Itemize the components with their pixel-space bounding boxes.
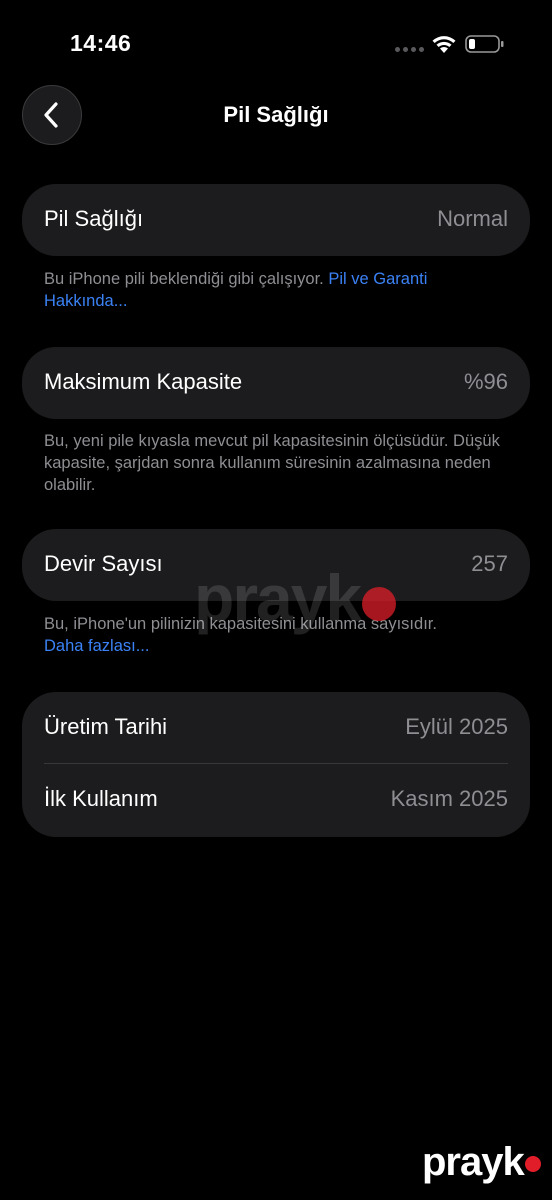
- first-use-row: İlk Kullanım Kasım 2025: [22, 764, 530, 836]
- battery-health-value: Normal: [437, 206, 508, 231]
- max-capacity-note: Bu, yeni pile kıyasla mevcut pil kapasit…: [44, 432, 500, 494]
- dates-card: Üretim Tarihi Eylül 2025 İlk Kullanım Ka…: [22, 692, 530, 837]
- max-capacity-card: Maksimum Kapasite %96: [22, 347, 530, 419]
- cycle-count-card: Devir Sayısı 257: [22, 529, 530, 601]
- max-capacity-value: %96: [463, 369, 508, 394]
- brand-logo-text: prayk: [422, 1140, 525, 1184]
- cycle-count-note-text: Bu, iPhone'un pilinizin kapasitesini kul…: [44, 615, 437, 633]
- first-use-label: İlk Kullanım: [44, 786, 158, 811]
- battery-health-note-text: Bu iPhone pili beklendiği gibi çalışıyor…: [44, 270, 329, 288]
- manufacture-date-row: Üretim Tarihi Eylül 2025: [22, 692, 530, 764]
- manufacture-date-label: Üretim Tarihi: [44, 714, 168, 739]
- wifi-icon: [432, 36, 456, 53]
- page-title: Pil Sağlığı: [223, 102, 329, 127]
- battery-icon: [465, 35, 504, 53]
- max-capacity-row: Maksimum Kapasite %96: [22, 347, 530, 419]
- manufacture-date-value: Eylül 2025: [405, 714, 508, 739]
- brand-dot-icon: [524, 1156, 541, 1173]
- learn-more-link[interactable]: Daha fazlası...: [44, 637, 149, 655]
- battery-health-card: Pil Sağlığı Normal: [22, 184, 530, 256]
- cycle-count-label: Devir Sayısı: [44, 551, 163, 576]
- status-bar: 14:46: [0, 0, 552, 90]
- battery-health-label: Pil Sağlığı: [44, 206, 144, 231]
- cellular-signal-icon: [395, 47, 424, 53]
- status-time: 14:46: [70, 30, 132, 56]
- battery-health-note: Bu iPhone pili beklendiği gibi çalışıyor…: [44, 268, 514, 312]
- first-use-value: Kasım 2025: [390, 786, 508, 811]
- brand-logo: prayk: [422, 1140, 541, 1185]
- max-capacity-label: Maksimum Kapasite: [44, 369, 243, 394]
- navigation-bar: Pil Sağlığı: [0, 85, 552, 147]
- battery-health-row: Pil Sağlığı Normal: [22, 184, 530, 256]
- cycle-count-row: Devir Sayısı 257: [22, 529, 530, 601]
- cycle-count-value: 257: [471, 551, 508, 576]
- cycle-count-note: Bu, iPhone'un pilinizin kapasitesini kul…: [44, 613, 514, 657]
